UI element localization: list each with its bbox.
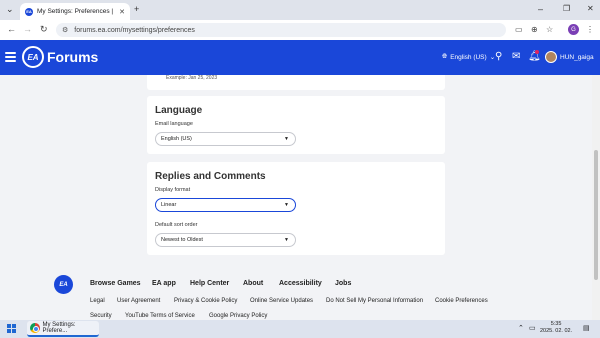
search-icon[interactable]: ⚲ bbox=[495, 51, 502, 62]
footer-link-legal[interactable]: Legal bbox=[90, 298, 105, 304]
profile-avatar[interactable]: G bbox=[568, 24, 579, 35]
footer-link-user-agreement[interactable]: User Agreement bbox=[117, 298, 160, 304]
clock-time: 5:35 bbox=[550, 321, 562, 327]
maximize-icon[interactable]: ❐ bbox=[563, 4, 570, 13]
scrollbar-thumb[interactable] bbox=[594, 150, 598, 280]
footer-link-jobs[interactable]: Jobs bbox=[335, 280, 351, 287]
email-language-value: English (US) bbox=[161, 136, 192, 142]
hamburger-menu-icon[interactable] bbox=[5, 52, 16, 64]
dropdown-arrow-icon: ▼ bbox=[284, 136, 289, 142]
date-format-card: Example: Jan 25, 2023 bbox=[147, 75, 445, 90]
tab-close-icon[interactable]: ✕ bbox=[119, 8, 125, 16]
footer-link-ea-app[interactable]: EA app bbox=[152, 280, 176, 287]
footer-link-security[interactable]: Security bbox=[90, 313, 112, 319]
sort-order-value: Newest to Oldest bbox=[161, 237, 203, 243]
browser-tab-strip: ⌄ EA My Settings: Preferences | EA F... … bbox=[0, 0, 600, 20]
minimize-icon[interactable]: – bbox=[538, 4, 543, 14]
tray-chevron-up-icon[interactable]: ⌃ bbox=[518, 324, 524, 332]
language-selector[interactable]: 🌐︎ English (US) ⌄ bbox=[442, 53, 495, 61]
bookmark-star-icon[interactable]: ☆ bbox=[546, 25, 553, 34]
mail-icon[interactable]: ✉ bbox=[512, 51, 520, 62]
tab-title: My Settings: Preferences | EA F... bbox=[37, 8, 115, 15]
footer-link-about[interactable]: About bbox=[243, 280, 263, 287]
display-format-value: Linear bbox=[161, 202, 177, 208]
new-tab-icon[interactable]: + bbox=[134, 4, 139, 14]
browser-toolbar: ← → ↻ ⚙ forums.ea.com/mysettings/prefere… bbox=[0, 20, 600, 40]
windows-start-icon[interactable] bbox=[7, 324, 16, 333]
footer-link-google-privacy[interactable]: Google Privacy Policy bbox=[209, 313, 267, 319]
preferences-content: Example: Jan 25, 2023 Language Email lan… bbox=[0, 75, 592, 320]
footer-ea-logo[interactable]: EA bbox=[54, 275, 73, 294]
username[interactable]: HUN_gaiga bbox=[560, 54, 594, 61]
notification-center-icon[interactable]: ▤ bbox=[583, 324, 590, 332]
display-format-select[interactable]: Linear ▼ bbox=[155, 198, 296, 212]
ea-logo[interactable]: EA bbox=[22, 46, 44, 68]
browser-menu-icon[interactable]: ⋮ bbox=[586, 25, 594, 34]
back-icon[interactable]: ← bbox=[7, 24, 16, 34]
clock-date: 2025. 02. 02. bbox=[540, 328, 573, 334]
user-avatar[interactable] bbox=[545, 51, 557, 63]
taskbar-chrome-app[interactable]: My Settings: Prefere... bbox=[27, 321, 99, 337]
replies-heading: Replies and Comments bbox=[155, 171, 266, 182]
footer-link-cookie-preferences[interactable]: Cookie Preferences bbox=[435, 298, 488, 304]
globe-icon: 🌐︎ bbox=[442, 53, 448, 60]
site-header: EA Forums 🌐︎ English (US) ⌄ ⚲ ✉ 🔔︎ HUN_g… bbox=[0, 40, 600, 75]
footer-link-accessibility[interactable]: Accessibility bbox=[279, 280, 322, 287]
footer-link-online-service[interactable]: Online Service Updates bbox=[250, 298, 313, 304]
sort-order-label: Default sort order bbox=[155, 222, 198, 228]
forward-icon[interactable]: → bbox=[23, 24, 32, 34]
tab-search-icon[interactable]: ⌄ bbox=[6, 4, 14, 15]
display-format-label: Display format bbox=[155, 187, 191, 193]
footer-link-help-center[interactable]: Help Center bbox=[190, 280, 229, 287]
email-language-label: Email language bbox=[155, 121, 193, 127]
address-bar[interactable]: ⚙ forums.ea.com/mysettings/preferences bbox=[56, 23, 506, 37]
url-text: forums.ea.com/mysettings/preferences bbox=[74, 26, 195, 34]
footer-link-do-not-sell[interactable]: Do Not Sell My Personal Information bbox=[326, 298, 423, 304]
language-heading: Language bbox=[155, 105, 203, 116]
cast-icon[interactable]: ▭ bbox=[515, 25, 523, 34]
tray-clock[interactable]: 5:35 2025. 02. 02. bbox=[540, 321, 572, 335]
footer-link-youtube-tos[interactable]: YouTube Terms of Service bbox=[125, 313, 195, 319]
reload-icon[interactable]: ↻ bbox=[40, 24, 48, 35]
browser-tab[interactable]: EA My Settings: Preferences | EA F... ✕ bbox=[20, 3, 130, 20]
site-info-icon[interactable]: ⚙ bbox=[62, 26, 68, 34]
close-window-icon[interactable]: ✕ bbox=[587, 4, 594, 13]
footer-link-privacy-cookie[interactable]: Privacy & Cookie Policy bbox=[174, 298, 237, 304]
language-card: Language Email language English (US) ▼ bbox=[147, 96, 445, 154]
email-language-select[interactable]: English (US) ▼ bbox=[155, 132, 296, 146]
dropdown-arrow-icon: ▼ bbox=[284, 202, 289, 208]
ea-favicon-icon: EA bbox=[25, 7, 33, 16]
chrome-icon bbox=[30, 323, 40, 333]
taskbar-app-label: My Settings: Prefere... bbox=[42, 322, 76, 334]
notification-badge bbox=[535, 50, 539, 54]
dropdown-arrow-icon: ▼ bbox=[284, 237, 289, 243]
date-example-text: Example: Jan 25, 2023 bbox=[166, 75, 218, 81]
zoom-icon[interactable]: ⊕ bbox=[531, 25, 538, 34]
site-title[interactable]: Forums bbox=[47, 49, 98, 65]
sort-order-select[interactable]: Newest to Oldest ▼ bbox=[155, 233, 296, 247]
tray-display-icon[interactable]: ▭ bbox=[529, 324, 536, 332]
windows-taskbar: My Settings: Prefere... ⌃ ▭ 5:35 2025. 0… bbox=[0, 320, 600, 338]
replies-comments-card: Replies and Comments Display format Line… bbox=[147, 162, 445, 255]
footer-link-browse-games[interactable]: Browse Games bbox=[90, 280, 141, 287]
language-label: English (US) bbox=[450, 53, 487, 61]
